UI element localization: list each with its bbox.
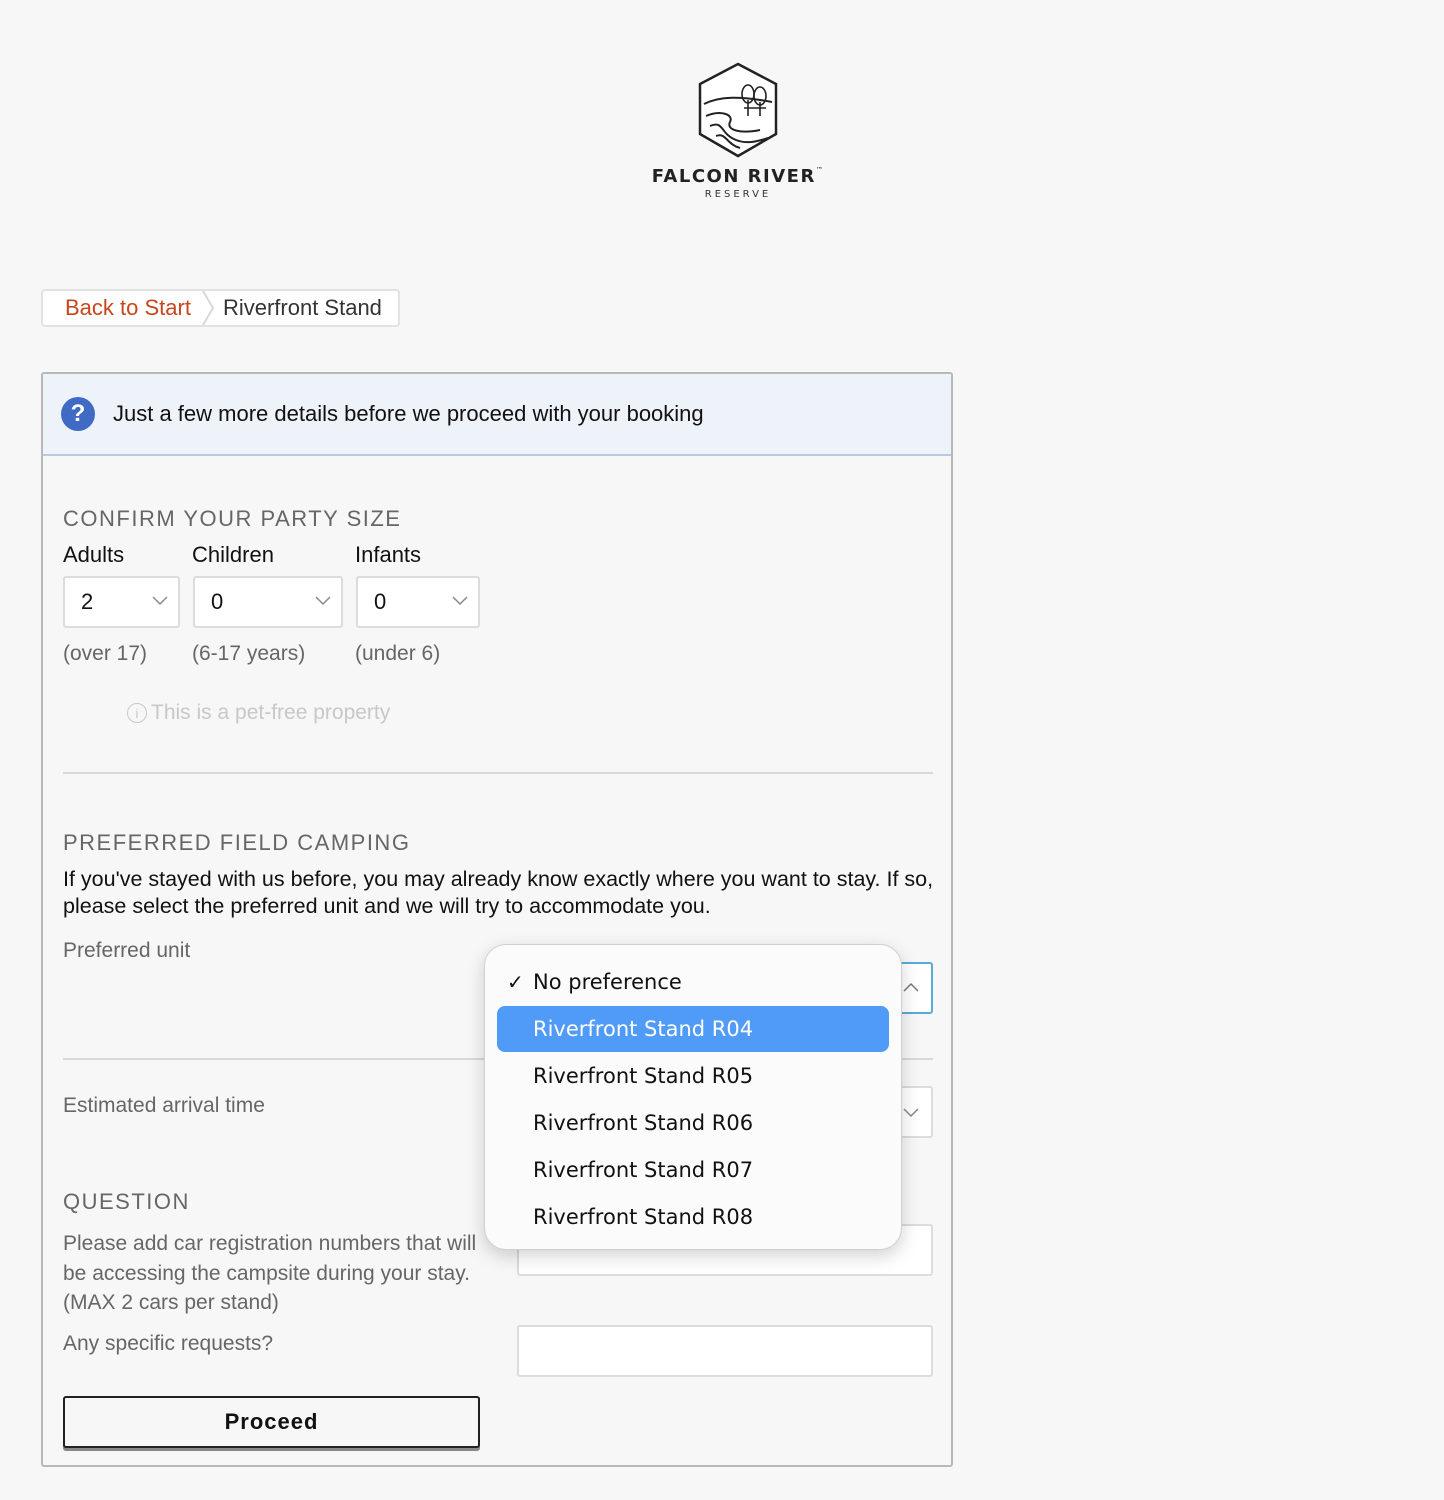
preferred-unit-label: Preferred unit bbox=[63, 939, 191, 962]
checkmark-icon: ✓ bbox=[507, 970, 524, 994]
preferred-camping-title: PREFERRED FIELD CAMPING bbox=[63, 830, 411, 855]
back-to-start-link[interactable]: Back to Start bbox=[65, 295, 191, 321]
chevron-down-icon bbox=[903, 1108, 919, 1118]
question-title: QUESTION bbox=[63, 1189, 190, 1214]
breadcrumb-separator-icon bbox=[202, 291, 215, 325]
booking-details-panel: ? Just a few more details before we proc… bbox=[41, 372, 953, 1467]
dropdown-option-r05[interactable]: Riverfront Stand R05 bbox=[497, 1053, 889, 1099]
chevron-down-icon bbox=[452, 596, 468, 606]
infants-hint: (under 6) bbox=[355, 642, 441, 665]
car-registration-label: Please add car registration numbers that… bbox=[63, 1232, 477, 1314]
children-label: Children bbox=[192, 542, 274, 567]
party-size-title: CONFIRM YOUR PARTY SIZE bbox=[63, 506, 402, 531]
panel-header: ? Just a few more details before we proc… bbox=[43, 374, 951, 456]
info-icon: i bbox=[127, 703, 147, 723]
trademark-mark: ™ bbox=[815, 166, 825, 174]
dropdown-option-r04[interactable]: Riverfront Stand R04 bbox=[497, 1006, 889, 1052]
pet-free-note: i This is a pet-free property bbox=[127, 701, 390, 725]
brand-name: FALCON RIVER™ bbox=[651, 166, 825, 187]
dropdown-option-r07[interactable]: Riverfront Stand R07 bbox=[497, 1147, 889, 1193]
header-message: Just a few more details before we procee… bbox=[113, 401, 704, 426]
chevron-up-icon bbox=[903, 982, 919, 992]
infants-value: 0 bbox=[374, 589, 387, 614]
chevron-down-icon bbox=[315, 596, 331, 606]
adults-select[interactable]: 2 bbox=[63, 576, 180, 628]
children-value: 0 bbox=[211, 589, 224, 614]
specific-requests-input[interactable] bbox=[517, 1325, 933, 1377]
proceed-button[interactable]: Proceed bbox=[63, 1396, 480, 1448]
children-hint: (6-17 years) bbox=[192, 642, 306, 665]
divider bbox=[63, 772, 933, 774]
dropdown-option-r08[interactable]: Riverfront Stand R08 bbox=[497, 1194, 889, 1240]
adults-label: Adults bbox=[63, 542, 125, 567]
dropdown-option-r06[interactable]: Riverfront Stand R06 bbox=[497, 1100, 889, 1146]
breadcrumb-current: Riverfront Stand bbox=[222, 295, 382, 320]
brand-logo: FALCON RIVER™ RESERVE bbox=[640, 60, 836, 210]
chevron-down-icon bbox=[152, 596, 168, 606]
adults-value: 2 bbox=[81, 589, 94, 614]
infants-label: Infants bbox=[355, 542, 422, 567]
adults-hint: (over 17) bbox=[63, 642, 148, 665]
children-select[interactable]: 0 bbox=[193, 576, 343, 628]
dropdown-option-no-preference[interactable]: ✓ No preference bbox=[497, 959, 889, 1005]
preferred-camping-description: If you've stayed with us before, you may… bbox=[63, 867, 934, 918]
brand-subtitle: RESERVE bbox=[704, 189, 772, 200]
breadcrumb: Back to Start Riverfront Stand bbox=[41, 289, 400, 327]
infants-select[interactable]: 0 bbox=[356, 576, 480, 628]
specific-requests-label: Any specific requests? bbox=[63, 1332, 274, 1355]
pet-free-text: This is a pet-free property bbox=[151, 701, 391, 724]
preferred-unit-dropdown: ✓ No preference Riverfront Stand R04 Riv… bbox=[484, 944, 902, 1250]
question-icon: ? bbox=[61, 397, 95, 431]
falcon-river-emblem-icon bbox=[698, 62, 778, 158]
arrival-time-label: Estimated arrival time bbox=[63, 1094, 265, 1117]
